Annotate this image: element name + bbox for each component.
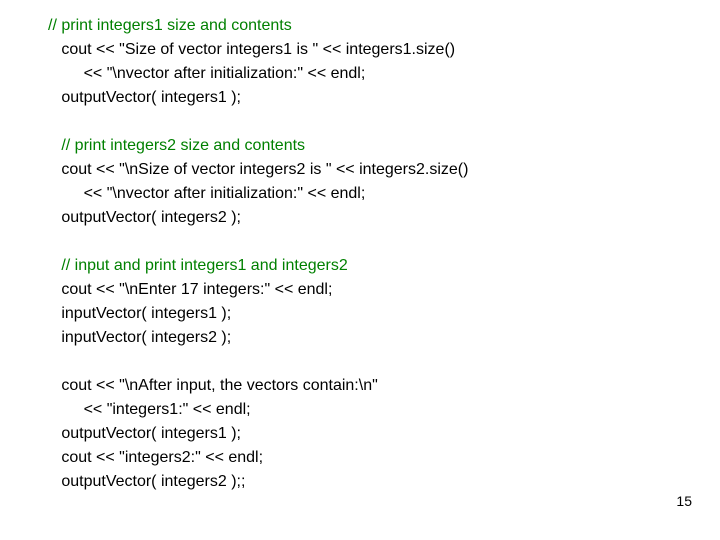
code-block: // print integers1 size and contents cou…: [48, 14, 468, 494]
code-line: cout << "\nAfter input, the vectors cont…: [48, 377, 378, 394]
code-line: outputVector( integers1 );: [48, 89, 241, 106]
code-line: << "\nvector after initialization:" << e…: [48, 65, 365, 82]
code-line: cout << "\nSize of vector integers2 is "…: [48, 161, 468, 178]
code-comment: // print integers1 size and contents: [48, 17, 292, 34]
code-comment: // input and print integers1 and integer…: [48, 257, 348, 274]
code-comment: // print integers2 size and contents: [48, 137, 305, 154]
page-number: 15: [676, 491, 692, 512]
code-line: outputVector( integers2 );;: [48, 473, 245, 490]
code-line: inputVector( integers2 );: [48, 329, 231, 346]
code-line: outputVector( integers1 );: [48, 425, 241, 442]
code-line: << "integers1:" << endl;: [48, 401, 251, 418]
code-line: cout << "\nEnter 17 integers:" << endl;: [48, 281, 332, 298]
code-line: outputVector( integers2 );: [48, 209, 241, 226]
code-line: inputVector( integers1 );: [48, 305, 231, 322]
code-line: << "\nvector after initialization:" << e…: [48, 185, 365, 202]
code-line: cout << "integers2:" << endl;: [48, 449, 263, 466]
code-line: cout << "Size of vector integers1 is " <…: [48, 41, 455, 58]
